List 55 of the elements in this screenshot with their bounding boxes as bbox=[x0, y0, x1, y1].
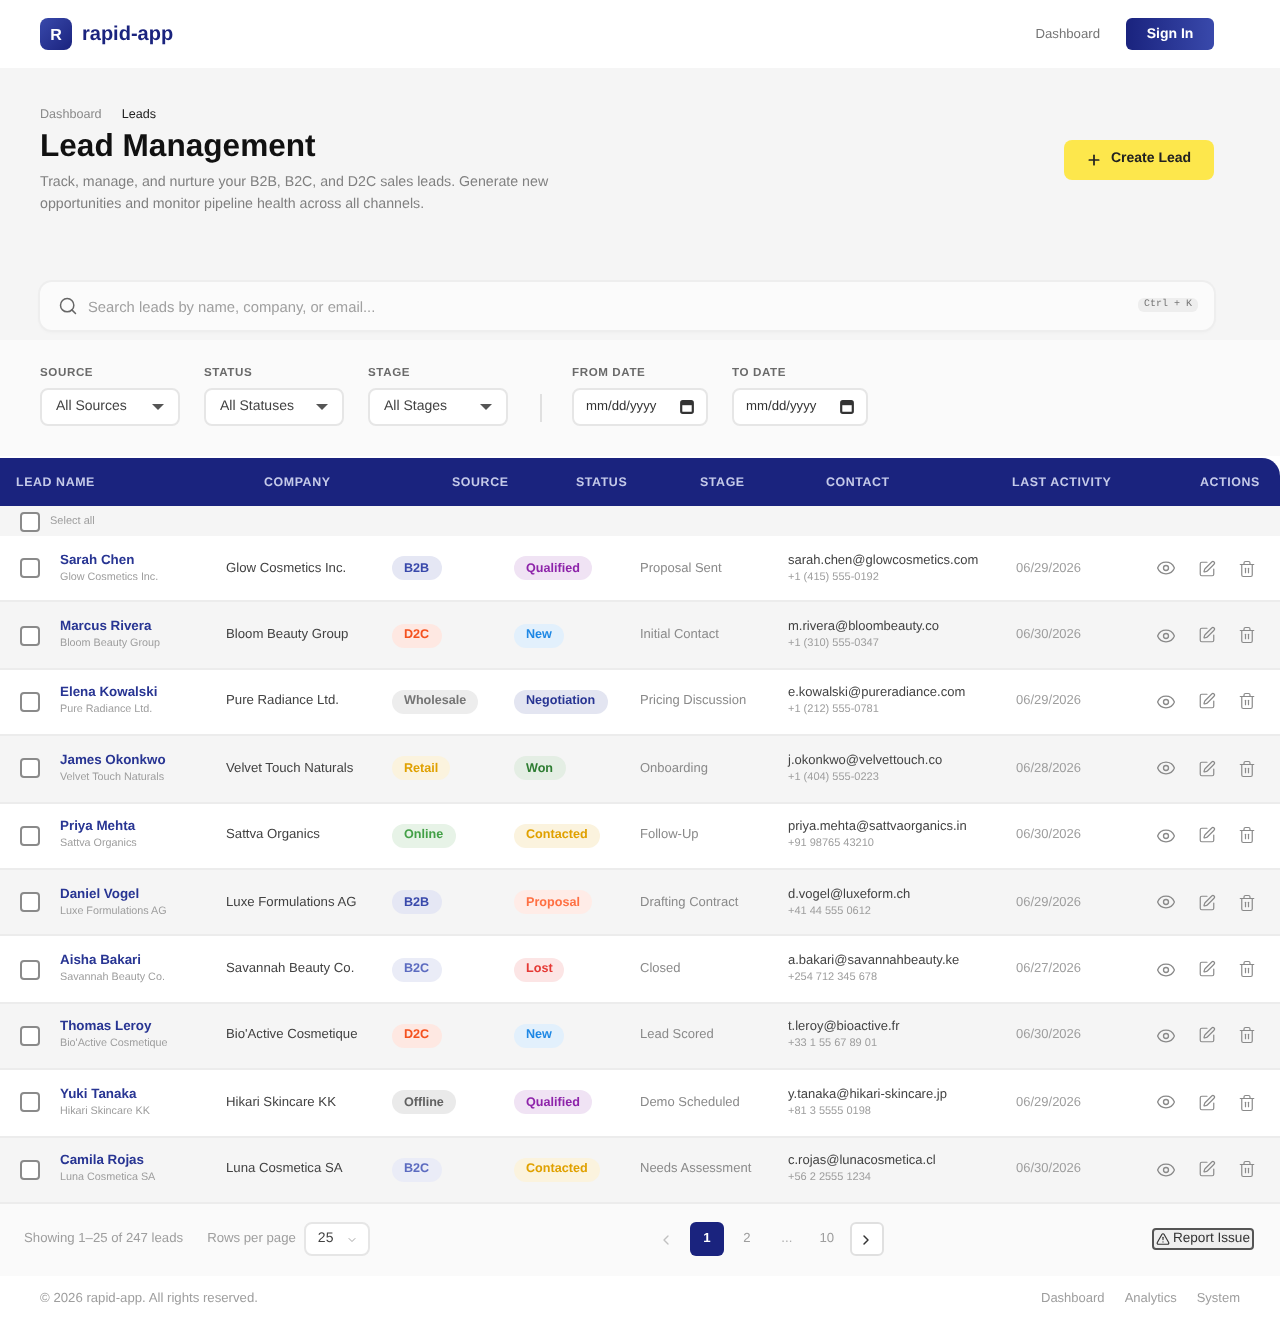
checkbox[interactable] bbox=[20, 825, 40, 846]
brand-name: rapid-app bbox=[82, 23, 174, 45]
trash-icon[interactable] bbox=[1238, 960, 1256, 979]
warning-icon bbox=[1156, 1232, 1171, 1247]
next-page-button[interactable] bbox=[849, 1222, 884, 1257]
trash-icon[interactable] bbox=[1238, 1026, 1256, 1045]
checkbox[interactable] bbox=[20, 758, 40, 779]
eye-icon[interactable] bbox=[1156, 691, 1176, 712]
trash-icon[interactable] bbox=[1238, 1160, 1256, 1179]
pencil-icon[interactable] bbox=[1198, 692, 1216, 711]
eye-icon[interactable] bbox=[1156, 825, 1176, 846]
eye-icon[interactable] bbox=[1156, 625, 1176, 646]
caret-icon bbox=[316, 404, 328, 410]
checkbox[interactable] bbox=[20, 558, 40, 579]
caret-icon bbox=[152, 404, 164, 410]
calendar-icon bbox=[840, 400, 854, 414]
trash-icon[interactable] bbox=[1238, 626, 1256, 645]
trash-icon[interactable] bbox=[1238, 826, 1256, 845]
chevron-down-icon bbox=[345, 1233, 358, 1246]
pencil-icon[interactable] bbox=[1198, 1160, 1216, 1179]
eye-icon[interactable] bbox=[1156, 558, 1176, 579]
pencil-icon[interactable] bbox=[1198, 1093, 1216, 1112]
eye-icon[interactable] bbox=[1156, 1092, 1176, 1113]
pencil-icon[interactable] bbox=[1198, 759, 1216, 778]
pencil-icon[interactable] bbox=[1198, 559, 1216, 578]
page-title: Lead Management bbox=[40, 128, 318, 168]
eye-icon[interactable] bbox=[1156, 892, 1176, 913]
checkbox[interactable] bbox=[20, 1092, 40, 1113]
trash-icon[interactable] bbox=[1238, 759, 1256, 778]
eye-icon[interactable] bbox=[1156, 959, 1176, 980]
trash-icon[interactable] bbox=[1238, 893, 1256, 912]
eye-icon[interactable] bbox=[1156, 1159, 1176, 1180]
checkbox[interactable] bbox=[20, 1159, 40, 1180]
eye-icon[interactable] bbox=[1156, 1025, 1176, 1046]
chevron-right-icon bbox=[858, 1231, 875, 1248]
pencil-icon[interactable] bbox=[1198, 626, 1216, 645]
pencil-icon[interactable] bbox=[1198, 893, 1216, 912]
trash-icon[interactable] bbox=[1238, 1093, 1256, 1112]
pencil-icon[interactable] bbox=[1198, 960, 1216, 979]
calendar-icon bbox=[680, 400, 694, 414]
pencil-icon[interactable] bbox=[1198, 826, 1216, 845]
pencil-icon[interactable] bbox=[1198, 1026, 1216, 1045]
checkbox[interactable] bbox=[20, 959, 40, 980]
trash-icon[interactable] bbox=[1238, 692, 1256, 711]
eye-icon[interactable] bbox=[1156, 758, 1176, 779]
checkbox[interactable] bbox=[20, 892, 40, 913]
checkbox[interactable] bbox=[20, 1025, 40, 1046]
logo: R bbox=[40, 18, 72, 50]
checkbox[interactable] bbox=[20, 691, 40, 712]
plus-icon bbox=[1086, 151, 1103, 167]
caret-icon bbox=[480, 404, 492, 410]
checkbox[interactable] bbox=[20, 511, 40, 531]
checkbox[interactable] bbox=[20, 625, 40, 646]
trash-icon[interactable] bbox=[1238, 559, 1256, 578]
search-icon bbox=[58, 296, 78, 316]
